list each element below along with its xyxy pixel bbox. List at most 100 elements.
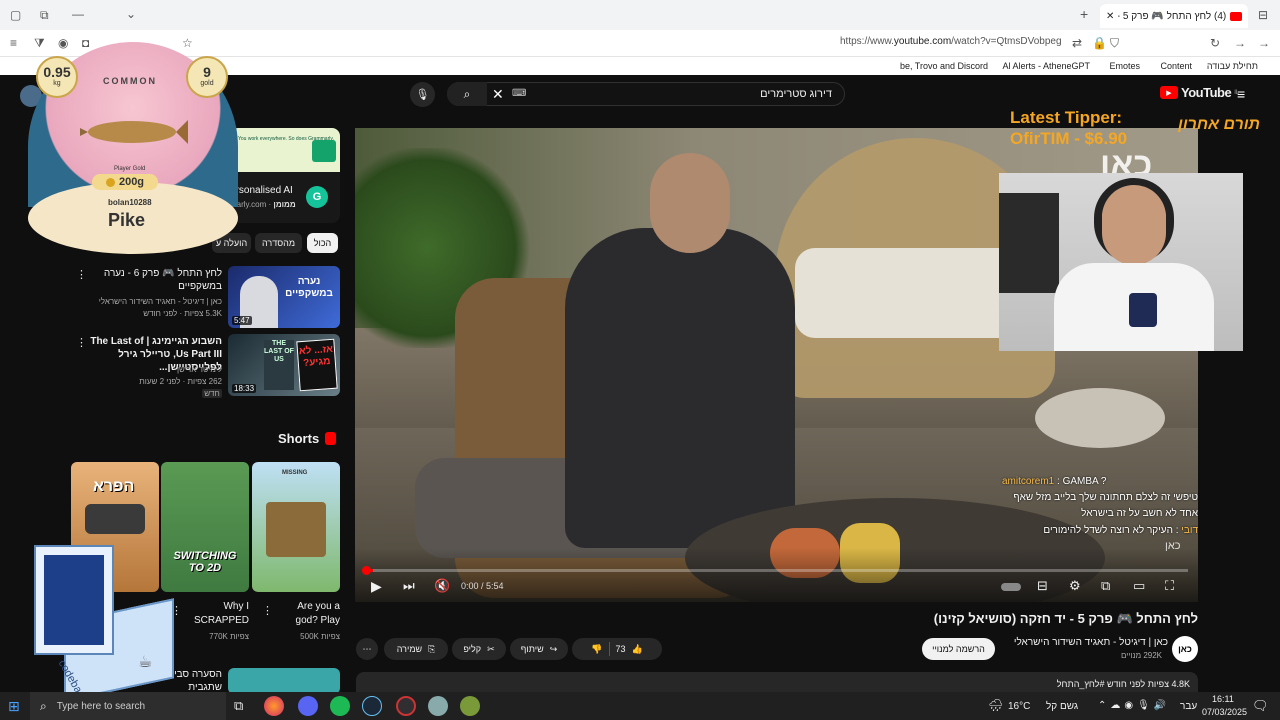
like-button[interactable]: 👍 73 👎 bbox=[572, 638, 662, 660]
discord-icon[interactable] bbox=[298, 696, 318, 716]
bookmark-ai-alerts[interactable]: Al Alerts - AtheneGPT bbox=[1002, 61, 1090, 71]
app-icon[interactable] bbox=[460, 696, 480, 716]
search-button[interactable]: ⌕ bbox=[447, 82, 487, 106]
firefox-icon[interactable] bbox=[264, 696, 284, 716]
description-box[interactable]: 4.8K צפיות לפני חודש #לחץ_התחל bbox=[356, 672, 1198, 694]
bookmark-content[interactable]: Content bbox=[1160, 61, 1192, 71]
rec-thumbnail[interactable] bbox=[228, 668, 340, 694]
ad-sponsor: ממומן bbox=[273, 200, 296, 209]
voice-search-button[interactable]: 🎙 bbox=[410, 82, 435, 107]
chat-message: דובי : העיקר לא רוצה לשדל להימורים bbox=[1002, 525, 1198, 536]
system-tray-icons[interactable]: ⌃☁◉🎙🔊 bbox=[1098, 700, 1170, 711]
chip-from-series[interactable]: מהסדרה bbox=[255, 233, 302, 253]
short-thumb-house bbox=[266, 502, 326, 557]
bookmark-start-work[interactable]: תחילת עבודה bbox=[1207, 61, 1258, 71]
rec-more-icon[interactable]: ⋮ bbox=[76, 268, 87, 281]
youtube-logo[interactable]: ▶ YouTube IL bbox=[1160, 85, 1239, 100]
subscribe-button[interactable]: הרשמה למנויי bbox=[922, 638, 995, 660]
new-tab-button[interactable]: + bbox=[1080, 6, 1088, 22]
player-gold-value: 200g bbox=[118, 176, 145, 188]
search-icon: ⌕ bbox=[40, 698, 47, 713]
latest-tipper-panel: Latest Tipper: OfirTIM - $6.90 bbox=[1010, 107, 1127, 149]
spotify-icon[interactable] bbox=[330, 696, 350, 716]
shorts-header: Shorts bbox=[278, 431, 337, 446]
tab-close-icon[interactable]: ✕ bbox=[1106, 11, 1114, 22]
gold-value: 9 bbox=[203, 64, 211, 80]
chip-all[interactable]: הכול bbox=[307, 233, 338, 253]
youtube-region: IL bbox=[1234, 89, 1240, 96]
rec-more-icon[interactable]: ⋮ bbox=[76, 336, 87, 349]
tab-list-icon[interactable]: ▢ bbox=[10, 8, 21, 22]
clock-date[interactable]: 07/03/2025 bbox=[1202, 707, 1247, 717]
more-dots-icon: ⋯ bbox=[362, 643, 372, 654]
notifications-icon[interactable]: 🗨 bbox=[1252, 698, 1269, 714]
player-gold-pill: 200g bbox=[92, 174, 158, 190]
obs-icon[interactable] bbox=[396, 696, 416, 716]
search-input[interactable]: דירוג סטרימרים bbox=[760, 88, 832, 100]
reader-view-icon[interactable]: ⇄ bbox=[1072, 36, 1082, 50]
miniplayer-icon[interactable]: ⧉ bbox=[1101, 578, 1110, 594]
grammarly-logo-icon: G bbox=[306, 186, 328, 208]
thumb-game-art: THE LAST OF US bbox=[264, 340, 294, 390]
short-title[interactable]: Are you a god? Play bbox=[282, 600, 340, 628]
clip-button[interactable]: ✂ קליפ bbox=[452, 638, 506, 660]
shield-icon[interactable]: ⛉ bbox=[1110, 36, 1119, 51]
fullscreen-icon[interactable]: ⛶ bbox=[1165, 578, 1174, 594]
mute-icon[interactable]: 🔇 bbox=[434, 578, 450, 594]
steam-icon[interactable] bbox=[362, 696, 382, 716]
taskbar-search[interactable]: ⌕ Type here to search bbox=[30, 692, 226, 720]
settings-gear-icon[interactable]: ⚙ bbox=[1069, 578, 1081, 594]
forward-icon[interactable]: → bbox=[1234, 36, 1246, 50]
shorts-logo-icon bbox=[325, 432, 337, 445]
weather-temp: 16°C bbox=[1008, 701, 1031, 712]
short-thumbnail[interactable]: MISSING bbox=[252, 462, 340, 592]
save-button[interactable]: ⎘ שמירה bbox=[384, 638, 448, 660]
rec-title[interactable]: לחץ התחל 🎮 פרק 6 - נערה במשקפיים bbox=[84, 267, 222, 293]
chat-user: amitcorem1 bbox=[1002, 476, 1055, 487]
subtitles-icon[interactable]: ⊟ bbox=[1037, 578, 1048, 594]
progress-track[interactable] bbox=[365, 569, 1188, 572]
keyboard-icon[interactable]: ⌨ bbox=[512, 88, 526, 99]
reload-icon[interactable]: ↻ bbox=[1210, 36, 1220, 50]
progress-scrubber[interactable] bbox=[362, 566, 371, 575]
bookmark-emotes[interactable]: Emotes bbox=[1109, 61, 1140, 71]
share-button[interactable]: ↪ שיתוף bbox=[510, 638, 568, 660]
clear-search-icon[interactable]: ✕ bbox=[492, 86, 504, 103]
rec-thumbnail[interactable]: THE LAST OF US אז... לא מגיע? 18:33 bbox=[228, 334, 340, 396]
search-box[interactable]: דירוג סטרימרים bbox=[447, 82, 845, 106]
collections-icon[interactable]: ⧉ bbox=[40, 8, 49, 23]
ad-card[interactable]: You work everywhere. So does Grammarly. … bbox=[230, 128, 340, 223]
rec-channel: לימיטד אדישן bbox=[176, 365, 222, 374]
lock-icon[interactable]: 🔒 bbox=[1092, 36, 1107, 50]
coin-icon bbox=[105, 177, 115, 187]
menu-icon[interactable]: ≡ bbox=[10, 36, 17, 50]
next-icon[interactable]: ⏭ bbox=[403, 578, 415, 594]
weight-badge: 0.95 kg bbox=[36, 56, 78, 98]
play-icon[interactable]: ▶ bbox=[371, 578, 382, 595]
minimize-icon[interactable]: — bbox=[72, 7, 84, 21]
input-language[interactable]: עבר bbox=[1180, 701, 1197, 712]
back-icon[interactable]: → bbox=[1258, 36, 1270, 50]
autoplay-toggle[interactable] bbox=[1001, 583, 1021, 591]
more-actions-button[interactable]: ⋯ bbox=[356, 638, 378, 660]
sidebar-icon[interactable]: ⊟ bbox=[1258, 8, 1268, 22]
task-view-icon[interactable]: ⧉ bbox=[234, 698, 243, 714]
tab-youtube[interactable]: (4) לחץ התחל 🎮 פרק 5 - יד חז ✕ bbox=[1100, 4, 1248, 28]
share-label: שיתוף bbox=[520, 644, 544, 654]
theater-mode-icon[interactable]: ▭ bbox=[1133, 578, 1145, 594]
windows-start-icon[interactable]: ⊞ bbox=[8, 698, 20, 715]
chevron-down-icon[interactable]: ⌄ bbox=[126, 7, 136, 21]
bookmark-discord[interactable]: be, Trovo and Discord bbox=[900, 61, 988, 71]
short-title[interactable]: Why I SCRAPPED bbox=[186, 600, 249, 628]
app-icon[interactable] bbox=[428, 696, 448, 716]
clock-time[interactable]: 16:11 bbox=[1212, 694, 1234, 704]
youtube-favicon-icon bbox=[1230, 11, 1242, 21]
channel-name[interactable]: כאן | דיגיטל - תאגיד השידור הישראלי bbox=[1014, 637, 1168, 648]
short-more-icon[interactable]: ⋮ bbox=[262, 604, 273, 617]
cube-blue-face bbox=[44, 555, 104, 645]
short-views: 770K צפיות bbox=[209, 632, 249, 641]
like-count: 73 bbox=[615, 644, 626, 654]
rec-thumbnail[interactable]: נערה במשקפיים 5:47 bbox=[228, 266, 340, 328]
channel-avatar[interactable]: כאן bbox=[1172, 636, 1198, 662]
address-bar[interactable]: https://www.youtube.com/watch?v=QtmsDVob… bbox=[840, 36, 1062, 47]
